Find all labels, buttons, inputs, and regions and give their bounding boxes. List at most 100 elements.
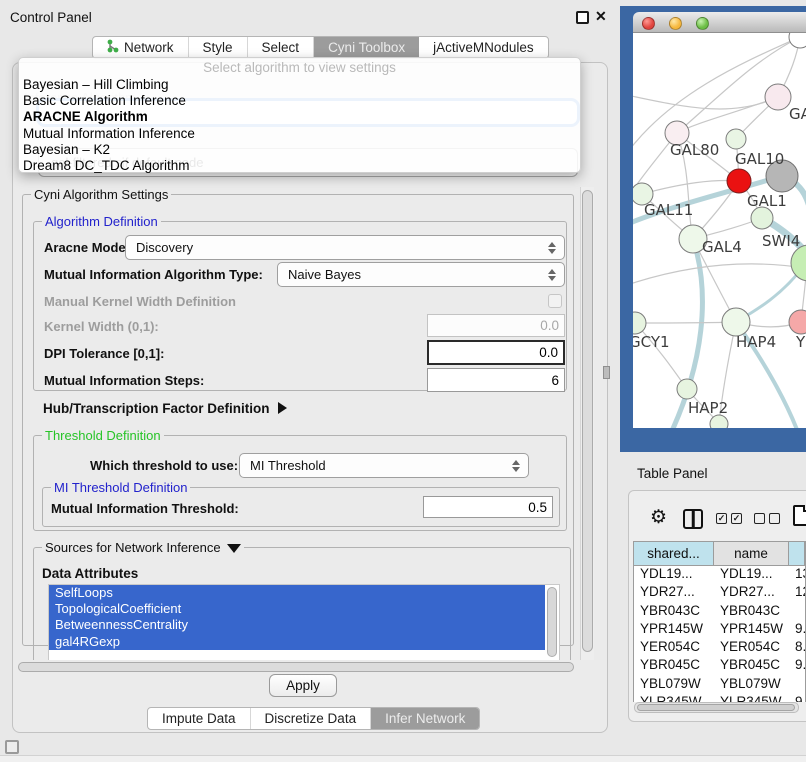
node-salmon[interactable] xyxy=(789,310,806,334)
node-hap4[interactable] xyxy=(722,308,750,336)
data-attributes-list[interactable]: SelfLoops TopologicalCoefficient Between… xyxy=(48,584,560,660)
node-gcy1[interactable] xyxy=(633,312,646,334)
manual-kernel-checkbox[interactable] xyxy=(548,294,562,308)
scrollbar-thumb[interactable] xyxy=(637,704,795,711)
node-gal-cut[interactable] xyxy=(765,84,791,110)
mi-type-combo[interactable]: Naive Bayes xyxy=(277,262,565,287)
node-swi4[interactable] xyxy=(751,207,773,229)
mi-threshold-field[interactable] xyxy=(423,496,553,518)
node-bright-green[interactable] xyxy=(791,245,806,281)
close-icon[interactable]: ✕ xyxy=(595,8,607,25)
checked-checkbox-icon[interactable]: ✓ xyxy=(731,513,742,524)
table-row[interactable]: YBR043CYBR043C xyxy=(634,603,805,621)
column-layout-icon[interactable] xyxy=(683,509,703,529)
tab-discretize-data[interactable]: Discretize Data xyxy=(251,708,372,729)
node-label: GAL xyxy=(789,105,806,123)
column-header-name[interactable]: name xyxy=(714,542,789,565)
node-attribute-table: shared... name YDL19...YDL19...13 YDR27.… xyxy=(633,541,806,702)
node-label: GAL11 xyxy=(644,201,693,219)
list-item[interactable]: SelfLoops xyxy=(49,585,545,601)
document-icon[interactable] xyxy=(793,505,806,526)
mi-threshold-label: Mutual Information Threshold: xyxy=(51,501,239,516)
dropdown-item[interactable]: Bayesian – Hill Climbing xyxy=(19,77,580,93)
column-header-cut[interactable] xyxy=(789,542,805,565)
table-horizontal-scrollbar[interactable] xyxy=(634,702,799,713)
kernel-width-label: Kernel Width (0,1): xyxy=(44,319,159,334)
group-title: MI Threshold Definition xyxy=(51,480,190,495)
dock-icon[interactable] xyxy=(5,740,19,754)
sources-toggle[interactable]: Sources for Network Inference xyxy=(42,540,244,555)
table-panel-title: Table Panel xyxy=(637,466,708,481)
hub-definition-label: Hub/Transcription Factor Definition xyxy=(43,401,270,416)
list-item[interactable]: gal4RGexp xyxy=(49,634,545,650)
list-item[interactable]: TopologicalCoefficient xyxy=(49,601,545,617)
close-traffic-light-icon[interactable] xyxy=(642,17,655,30)
node-gal1-red[interactable] xyxy=(727,169,751,193)
network-window-titlebar[interactable] xyxy=(633,12,806,33)
algorithm-dropdown-popup: Select algorithm to view settings Bayesi… xyxy=(18,57,581,173)
combo-value: Naive Bayes xyxy=(288,267,543,282)
node-label: GAL1 xyxy=(747,192,787,210)
which-threshold-label: Which threshold to use: xyxy=(90,458,238,473)
tab-impute-data[interactable]: Impute Data xyxy=(148,708,251,729)
node-label: GAL4 xyxy=(702,238,742,256)
mi-type-label: Mutual Information Algorithm Type: xyxy=(44,267,263,282)
dropdown-item[interactable]: Bayesian – K2 xyxy=(19,142,580,158)
manual-kernel-label: Manual Kernel Width Definition xyxy=(44,294,236,309)
tab-network[interactable]: Network xyxy=(93,37,189,58)
data-attributes-label: Data Attributes xyxy=(42,566,138,581)
list-scrollbar[interactable] xyxy=(547,587,557,657)
table-row[interactable]: YLR345WYLR345W9. xyxy=(634,694,805,702)
table-row[interactable]: YBL079WYBL079W xyxy=(634,676,805,694)
mi-steps-field[interactable] xyxy=(427,368,565,392)
which-threshold-combo[interactable]: MI Threshold xyxy=(239,453,529,478)
gear-icon[interactable]: ⚙ xyxy=(650,506,667,529)
dropdown-item[interactable]: Dream8 DC_TDC Algorithm xyxy=(19,158,580,174)
node-label: SWI4 xyxy=(762,232,800,250)
unchecked-checkbox-icon[interactable] xyxy=(769,513,780,524)
node-unlabeled[interactable] xyxy=(789,33,806,48)
node-hap2[interactable] xyxy=(677,379,697,399)
dropdown-item[interactable]: Basic Correlation Inference xyxy=(19,93,580,109)
combo-value: MI Threshold xyxy=(250,458,507,473)
table-row[interactable]: YER054CYER054C8. xyxy=(634,639,805,657)
tab-label: Infer Network xyxy=(385,711,465,726)
tab-cyni-toolbox[interactable]: Cyni Toolbox xyxy=(314,37,419,58)
group-title: Threshold Definition xyxy=(42,428,164,443)
aracne-mode-combo[interactable]: Discovery xyxy=(125,235,565,260)
table-row[interactable]: YDL19...YDL19...13 xyxy=(634,566,805,584)
hub-definition-toggle[interactable]: Hub/Transcription Factor Definition xyxy=(43,401,287,416)
network-view-window: GAL GAL80 GAL10 GAL1 GAL11 SWI4 GAL4 GCY… xyxy=(633,12,806,428)
combo-value: Discovery xyxy=(136,240,543,255)
column-header-shared[interactable]: shared... xyxy=(634,542,714,565)
table-row[interactable]: YDR27...YDR27...12 xyxy=(634,584,805,602)
tab-jactivemnodules[interactable]: jActiveMNodules xyxy=(419,37,548,58)
apply-button[interactable]: Apply xyxy=(269,674,337,697)
scrollbar-thumb[interactable] xyxy=(582,190,593,652)
table-row[interactable]: YPR145WYPR145W9. xyxy=(634,621,805,639)
algorithm-definition-group: Algorithm Definition Aracne Mode: Discov… xyxy=(33,221,567,391)
zoom-traffic-light-icon[interactable] xyxy=(696,17,709,30)
network-icon xyxy=(107,39,119,56)
tab-select[interactable]: Select xyxy=(248,37,315,58)
table-row[interactable]: YBR045CYBR045C9. xyxy=(634,657,805,675)
settings-horizontal-scrollbar[interactable] xyxy=(18,662,574,672)
minimize-traffic-light-icon[interactable] xyxy=(669,17,682,30)
unchecked-checkbox-icon[interactable] xyxy=(754,513,765,524)
float-window-icon[interactable] xyxy=(576,11,589,24)
dpi-tolerance-field[interactable] xyxy=(427,340,565,365)
dropdown-item-selected[interactable]: ARACNE Algorithm xyxy=(19,109,580,125)
stepper-arrows-icon xyxy=(543,269,561,281)
node-label: HAP4 xyxy=(736,333,776,351)
dropdown-item[interactable]: Mutual Information Inference xyxy=(19,126,580,142)
tab-style[interactable]: Style xyxy=(189,37,248,58)
tab-infer-network[interactable]: Infer Network xyxy=(371,708,479,729)
checked-checkbox-icon[interactable]: ✓ xyxy=(716,513,727,524)
split-divider-handle[interactable] xyxy=(603,366,610,379)
tab-label: jActiveMNodules xyxy=(433,40,534,55)
network-canvas[interactable]: GAL GAL80 GAL10 GAL1 GAL11 SWI4 GAL4 GCY… xyxy=(633,33,806,428)
node-gal10[interactable] xyxy=(726,129,746,149)
kernel-width-field[interactable] xyxy=(427,314,565,337)
settings-scroll-area: Cyni Algorithm Settings Algorithm Defini… xyxy=(16,186,580,660)
list-item[interactable]: BetweennessCentrality xyxy=(49,617,545,633)
